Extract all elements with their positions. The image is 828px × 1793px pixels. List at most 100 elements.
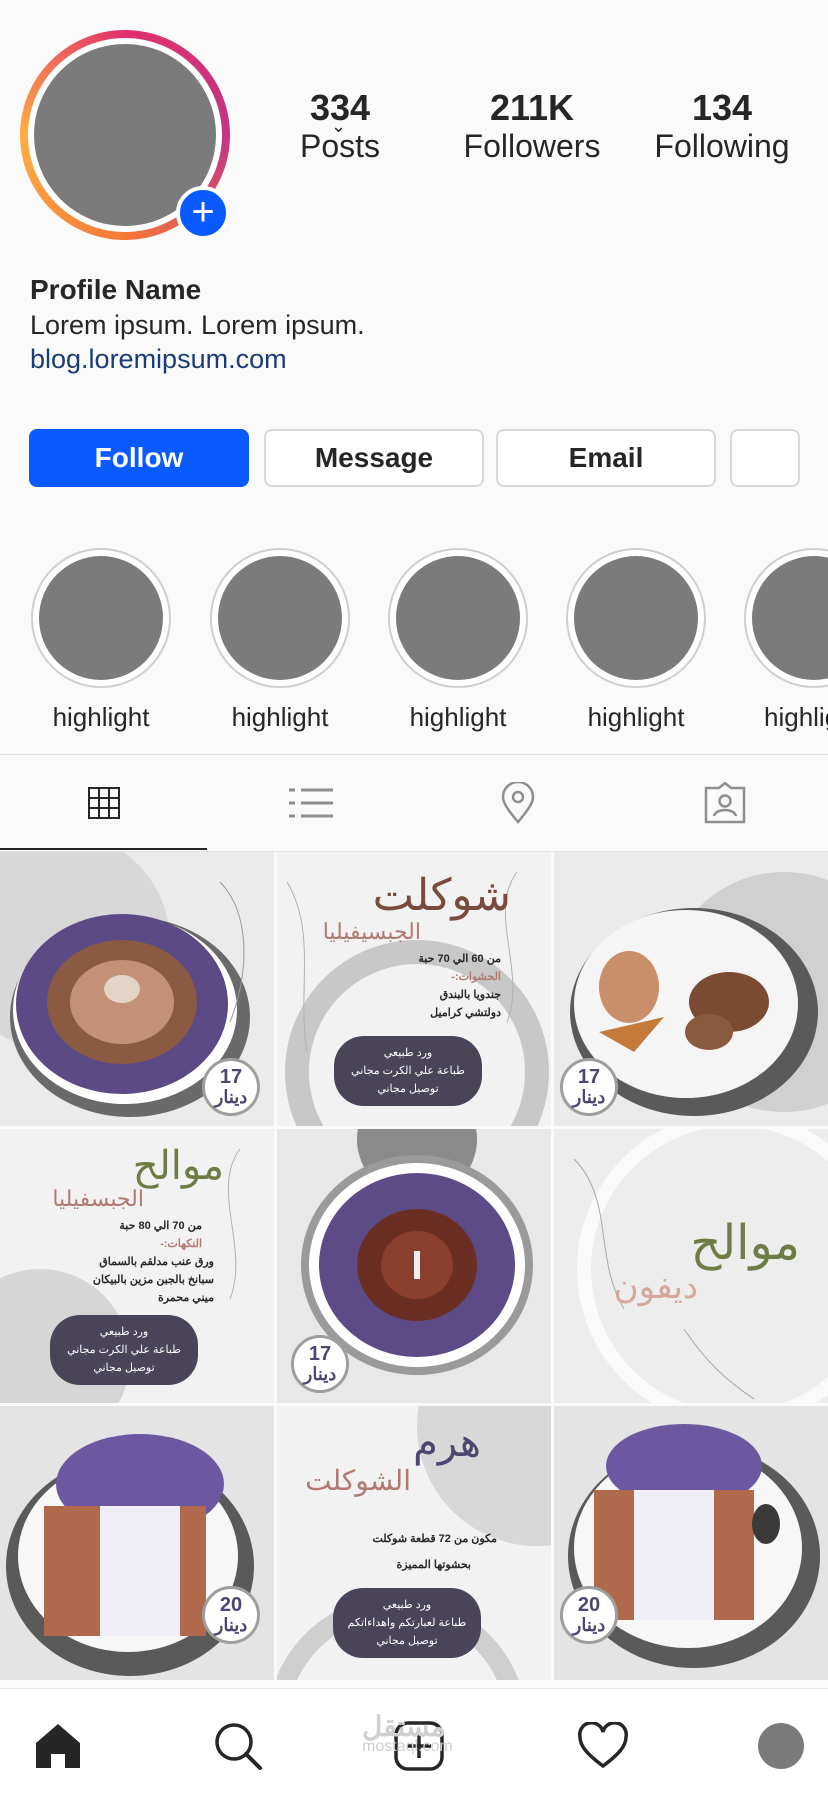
price-currency: دينار (214, 1087, 248, 1107)
story-highlight[interactable]: highlight (31, 548, 171, 733)
nav-home[interactable] (28, 1716, 88, 1776)
nav-activity[interactable] (573, 1716, 633, 1776)
location-pin-icon (501, 782, 534, 824)
add-story-plus-icon[interactable]: + (176, 186, 230, 240)
tab-tagged[interactable] (621, 755, 828, 851)
tab-grid[interactable] (0, 755, 207, 851)
post-text: جندويا بالبندق (439, 989, 501, 1001)
post-subtitle: الشوكلت (305, 1464, 411, 1497)
tab-list[interactable] (207, 755, 414, 851)
price-badge: 20 دينار (560, 1586, 618, 1644)
followers-count-value: 211K (489, 87, 575, 128)
price-value: 17 (577, 1066, 601, 1088)
highlight-cover (39, 556, 163, 680)
feature-line: ورد طبيعي (99, 1326, 149, 1338)
story-highlight[interactable]: highlight (388, 548, 528, 733)
feature-line: طباعة علي الكرت مجاني (67, 1344, 181, 1356)
feature-line: ورد طبيعي (382, 1599, 432, 1611)
profile-name: Profile Name (30, 274, 202, 305)
feature-line: ورد طبيعي (383, 1047, 433, 1059)
post-thumbnail[interactable]: هرم الشوكلت مكون من 72 قطعة شوكلت بحشوته… (277, 1406, 551, 1680)
post-text: بحشوتها المميزة (396, 1559, 471, 1571)
price-value: 20 (577, 1594, 601, 1616)
highlight-label: highlight (52, 702, 150, 732)
profile-tabs (0, 754, 828, 852)
grid-icon (87, 787, 120, 819)
followers-count-label: Followers (463, 128, 601, 164)
tagged-person-icon (704, 782, 745, 824)
post-title: هرم (413, 1420, 481, 1466)
price-value: 17 (308, 1343, 332, 1365)
story-highlight[interactable]: highlight (210, 548, 350, 733)
post-title: موالح (132, 1143, 224, 1189)
list-icon (288, 788, 333, 818)
features-badge: ورد طبيعي طباعة لعبارتكم واهداءاتكم توصي… (333, 1588, 481, 1658)
nav-profile[interactable] (751, 1716, 811, 1776)
highlight-label: highlight (587, 702, 685, 732)
post-text: من 70 الي 80 حبة (119, 1220, 202, 1232)
highlight-cover (752, 556, 828, 680)
post-thumbnail[interactable]: 17 دينار (0, 852, 274, 1126)
following-count-label: Following (654, 128, 790, 164)
home-icon (36, 1724, 80, 1768)
watermark-url: mostaql.com (362, 1738, 453, 1755)
price-value: 17 (219, 1066, 243, 1088)
price-badge: 17 دينار (291, 1335, 349, 1393)
post-text: ورق عنب مدلقم بالسماق (99, 1256, 214, 1268)
post-title: موالح (690, 1215, 800, 1271)
profile-bio: Lorem ipsum. Lorem ipsum. (30, 310, 365, 340)
post-thumbnail[interactable]: 17 دينار (277, 1129, 551, 1403)
price-value: 20 (219, 1594, 243, 1616)
post-text: مكون من 72 قطعة شوكلت (372, 1533, 497, 1545)
post-subtitle: الجبسفيليا (52, 1187, 144, 1212)
active-tab-indicator (0, 848, 207, 850)
followers-count[interactable]: 211K Followers (437, 87, 627, 165)
post-text: من 60 الي 70 حبة (418, 953, 501, 965)
email-button[interactable]: Email (496, 429, 716, 487)
price-badge: 17 دينار (560, 1058, 618, 1116)
tab-location[interactable] (414, 755, 621, 851)
price-badge: 20 دينار (202, 1586, 260, 1644)
more-options-button[interactable] (730, 429, 800, 487)
follow-button[interactable]: Follow (29, 429, 249, 487)
search-icon (215, 1723, 262, 1770)
post-thumbnail[interactable]: موالح الجبسفيليا من 70 الي 80 حبة النكها… (0, 1129, 274, 1403)
feature-line: توصيل مجاني (377, 1083, 439, 1095)
post-title: شوكلت (372, 870, 511, 921)
profile-avatar-icon (758, 1723, 804, 1769)
profile-link[interactable]: blog.loremipsum.com (30, 344, 287, 375)
post-thumbnail[interactable]: 20 دينار (554, 1406, 828, 1680)
post-text: ميني محمرة (158, 1292, 214, 1304)
highlight-label: highlight (409, 702, 507, 732)
post-thumbnail[interactable]: 20 دينار (0, 1406, 274, 1680)
post-text: دولتشي كراميل (430, 1007, 501, 1019)
feature-line: توصيل مجاني (93, 1362, 155, 1374)
features-badge: ورد طبيعي طباعة علي الكرت مجاني توصيل مج… (334, 1036, 482, 1106)
post-thumbnail[interactable]: 17 دينار (554, 852, 828, 1126)
post-thumbnail[interactable]: شوكلت الجبسيفيليا من 60 الي 70 حبة الحشو… (277, 852, 551, 1126)
story-highlight[interactable]: highlight (566, 548, 706, 733)
feature-line: طباعة علي الكرت مجاني (351, 1065, 465, 1077)
highlight-label: highlight (764, 702, 828, 732)
price-currency: دينار (303, 1364, 337, 1384)
post-subtitle: الجبسيفيليا (322, 920, 421, 945)
features-badge: ورد طبيعي طباعة علي الكرت مجاني توصيل مج… (50, 1315, 198, 1385)
post-text: سبانخ بالجبن مزين بالبيكان (92, 1274, 214, 1286)
nav-search[interactable] (208, 1716, 268, 1776)
post-text: الحشوات:- (451, 971, 501, 983)
story-highlight[interactable]: highlight (744, 548, 828, 733)
price-currency: دينار (214, 1615, 248, 1635)
post-thumbnail[interactable]: موالح ديفون (554, 1129, 828, 1403)
highlight-label: highlight (231, 702, 329, 732)
chevron-down-icon: ⌄ (331, 116, 347, 136)
following-count[interactable]: 134 Following (627, 88, 817, 165)
highlight-cover (574, 556, 698, 680)
feature-line: طباعة لعبارتكم واهداءاتكم (347, 1617, 467, 1629)
message-button[interactable]: Message (264, 429, 484, 487)
highlight-cover (396, 556, 520, 680)
post-text: النكهات:- (160, 1238, 202, 1250)
activity-heart-icon (577, 1722, 629, 1769)
highlight-cover (218, 556, 342, 680)
price-badge: 17 دينار (202, 1058, 260, 1116)
price-currency: دينار (572, 1087, 606, 1107)
